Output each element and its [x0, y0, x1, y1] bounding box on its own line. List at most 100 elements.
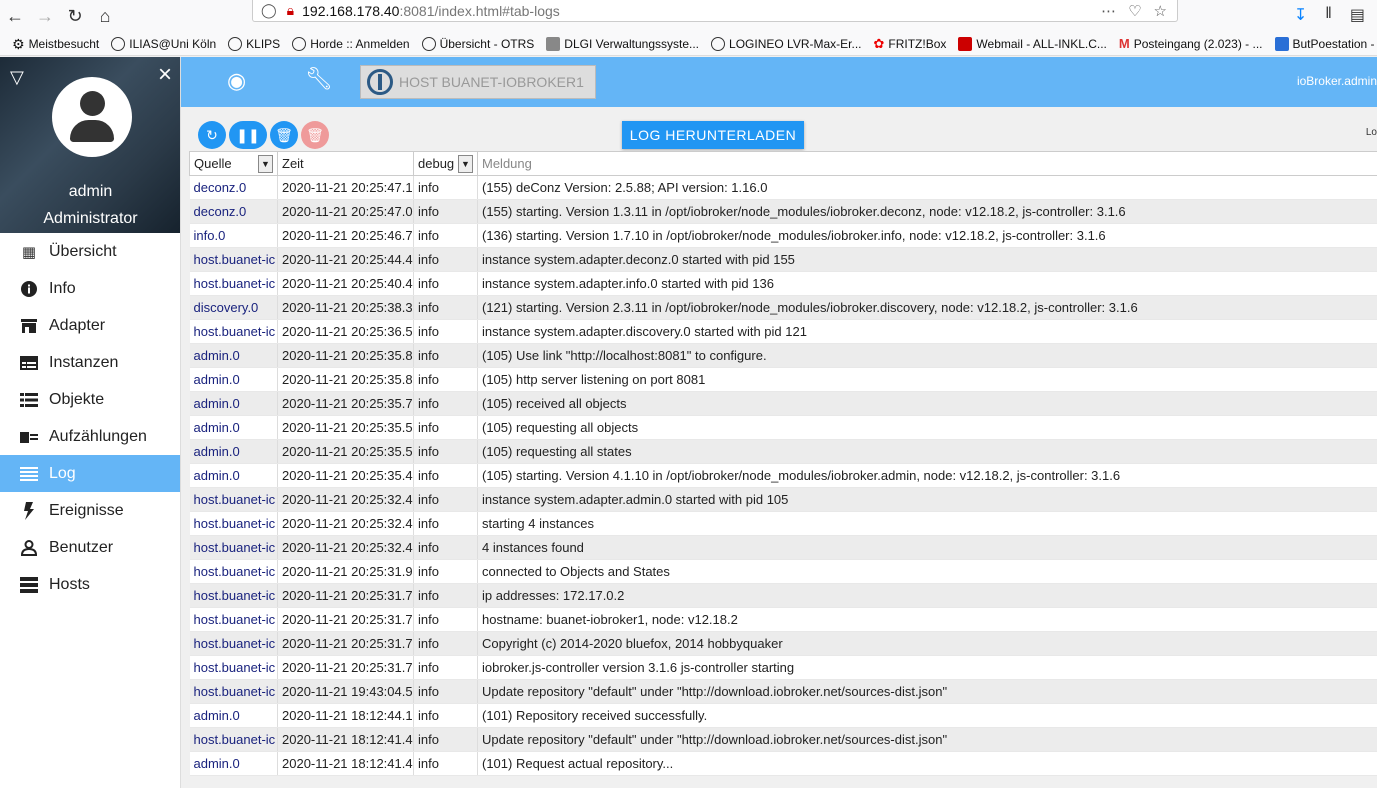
sidebar-item-instanzen[interactable]: Instanzen — [0, 344, 180, 381]
home-icon[interactable]: ⌂ — [90, 2, 120, 30]
bookmark[interactable]: ✿ FRITZ!Box — [873, 36, 946, 51]
sidebar-item-info[interactable]: Info — [0, 270, 180, 307]
log-message: Copyright (c) 2014-2020 bluefox, 2014 ho… — [477, 631, 1377, 656]
table-row: host.buanet-ic 2020-11-21 18:12:41.4 info U… — [189, 727, 1377, 752]
log-level: info — [413, 223, 478, 248]
log-level: info — [413, 319, 478, 344]
log-level: info — [413, 631, 478, 656]
log-level: info — [413, 679, 478, 704]
log-time: 2020-11-21 20:25:31.7 — [277, 607, 414, 632]
bookmark[interactable]: Horde :: Anmelden — [292, 36, 410, 51]
table-row: host.buanet-ic 2020-11-21 20:25:31.7 info h… — [189, 607, 1377, 632]
more-icon[interactable]: ⋯ — [1101, 2, 1116, 20]
url-host: 192.168.178.40 — [302, 2, 400, 19]
sidebar-item-log[interactable]: Log — [0, 455, 180, 492]
ilias-icon — [111, 36, 126, 51]
log-level: info — [413, 271, 478, 296]
log-source: host.buanet-ic — [189, 487, 278, 512]
hosts-icon — [20, 576, 38, 594]
star-icon[interactable]: ☆ — [1154, 2, 1167, 20]
bookmark[interactable]: KLIPS — [228, 36, 280, 51]
log-time: 2020-11-21 20:25:31.9 — [277, 559, 414, 584]
log-source: admin.0 — [189, 391, 278, 416]
bookmark[interactable]: M Posteingang (2.023) - ... — [1119, 36, 1263, 51]
trash-icon: 🗑︎ — [275, 126, 293, 143]
message-filter-input[interactable]: Meldung — [477, 151, 1377, 176]
log-level: info — [413, 415, 478, 440]
bookmark[interactable]: LOGINEO LVR-Max-Er... — [711, 36, 861, 51]
table-row: host.buanet-ic 2020-11-21 20:25:32.4 info s… — [189, 511, 1377, 536]
source-filter[interactable]: Quelle ▼ — [189, 151, 278, 176]
bookmark[interactable]: Webmail - ALL-INKL.C... — [958, 36, 1107, 51]
log-message: connected to Objects and States — [477, 559, 1377, 584]
sidebar-item-adapter[interactable]: Adapter — [0, 307, 180, 344]
download-log-button[interactable]: LOG HERUNTERLADEN — [622, 121, 804, 149]
table-row: admin.0 2020-11-21 20:25:35.5 info (105) re… — [189, 439, 1377, 464]
time-filter[interactable]: Zeit — [277, 151, 414, 176]
level-filter[interactable]: debug ▼ — [413, 151, 478, 176]
bookmark[interactable]: ⚙ Meistbesucht — [12, 37, 99, 51]
back-icon[interactable]: ← — [0, 2, 30, 30]
close-icon[interactable]: × — [158, 61, 172, 89]
globe-icon — [228, 36, 243, 51]
sidebar-item-hosts[interactable]: Hosts — [0, 566, 180, 603]
log-source: host.buanet-ic — [189, 607, 278, 632]
sidebar-toggle-icon[interactable]: ▤ — [1350, 5, 1365, 25]
download-icon[interactable]: ↧ — [1294, 5, 1307, 25]
user-role: Administrator — [43, 210, 138, 227]
log-time: 2020-11-21 20:25:38.3 — [277, 295, 414, 320]
log-source: deconz.0 — [189, 199, 278, 224]
sidebar-item-objekte[interactable]: Objekte — [0, 381, 180, 418]
log-time: 2020-11-21 20:25:35.8 — [277, 343, 414, 368]
log-level: info — [413, 439, 478, 464]
log-source: admin.0 — [189, 439, 278, 464]
sidebar-item-aufzaehlungen[interactable]: Aufzählungen — [0, 418, 180, 455]
table-row: host.buanet-ic 2020-11-21 20:25:31.7 info i… — [189, 583, 1377, 608]
log-message: iobroker.js-controller version 3.1.6 js-… — [477, 655, 1377, 680]
pocket-icon[interactable]: ♡ — [1128, 2, 1141, 20]
table-row: host.buanet-ic 2020-11-21 20:25:32.4 info 4… — [189, 535, 1377, 560]
log-time: 2020-11-21 20:25:47.0 — [277, 199, 414, 224]
table-row: host.buanet-ic 2020-11-21 20:25:31.7 info i… — [189, 655, 1377, 680]
bookmark[interactable]: ButPoestation - ... — [1274, 36, 1377, 51]
log-source: host.buanet-ic — [189, 271, 278, 296]
log-time: 2020-11-21 19:43:04.5 — [277, 679, 414, 704]
library-icon[interactable]: ‖ — [1325, 5, 1332, 25]
iobroker-logo-icon[interactable]: ▽ — [10, 67, 24, 88]
table-row: admin.0 2020-11-21 18:12:41.4 info (101) Re… — [189, 751, 1377, 776]
sidebar-item-ereignisse[interactable]: Ereignisse — [0, 492, 180, 529]
log-level: info — [413, 751, 478, 776]
eye-icon[interactable]: ◉ — [227, 68, 246, 94]
wrench-icon[interactable]: 🔧︎ — [305, 66, 333, 92]
table-row: info.0 2020-11-21 20:25:46.7 info (136) sta… — [189, 223, 1377, 248]
dsm-icon — [1274, 36, 1289, 51]
log-message: (101) Repository received successfully. — [477, 703, 1377, 728]
bookmark[interactable]: ILIAS@Uni Köln — [111, 36, 216, 51]
sidebar-item-benutzer[interactable]: Benutzer — [0, 529, 180, 566]
log-content: ↻ ❚❚ 🗑︎ 🗑︎ LOG HERUNTERLADEN Lo Quelle ▼ … — [181, 107, 1377, 788]
app-topbar: ◉ 🔧︎ HOST BUANET-IOBROKER1 ioBroker.admi… — [181, 57, 1377, 107]
user-name: admin — [68, 183, 113, 200]
forward-icon[interactable]: → — [30, 2, 60, 30]
bookmark[interactable]: DLGI Verwaltungssyste... — [546, 36, 699, 51]
log-time: 2020-11-21 20:25:44.4 — [277, 247, 414, 272]
clear-button[interactable]: 🗑︎ — [270, 121, 298, 149]
sidebar-item-uebersicht[interactable]: ▦ Übersicht — [0, 233, 180, 270]
bookmark[interactable]: Übersicht - OTRS — [421, 36, 534, 51]
url-bar[interactable]: ◯ 🔒︎ 192.168.178.40:8081/index.html#tab-… — [252, 0, 1178, 22]
log-level: info — [413, 559, 478, 584]
log-time: 2020-11-21 18:12:41.4 — [277, 751, 414, 776]
host-selector[interactable]: HOST BUANET-IOBROKER1 — [360, 65, 596, 99]
globe-icon — [711, 36, 726, 51]
pause-button[interactable]: ❚❚ — [229, 121, 267, 149]
log-source: discovery.0 — [189, 295, 278, 320]
chevron-down-icon: ▼ — [458, 154, 473, 173]
refresh-button[interactable]: ↻ — [198, 121, 226, 149]
reload-icon[interactable]: ↻ — [60, 2, 90, 30]
table-row: host.buanet-ic 2020-11-21 20:25:36.5 info i… — [189, 319, 1377, 344]
log-message: (105) Use link "http://localhost:8081" t… — [477, 343, 1377, 368]
log-time: 2020-11-21 20:25:35.7 — [277, 391, 414, 416]
dlgi-icon — [546, 36, 561, 51]
delete-log-button[interactable]: 🗑︎ — [301, 121, 329, 149]
log-time: 2020-11-21 18:12:44.1 — [277, 703, 414, 728]
